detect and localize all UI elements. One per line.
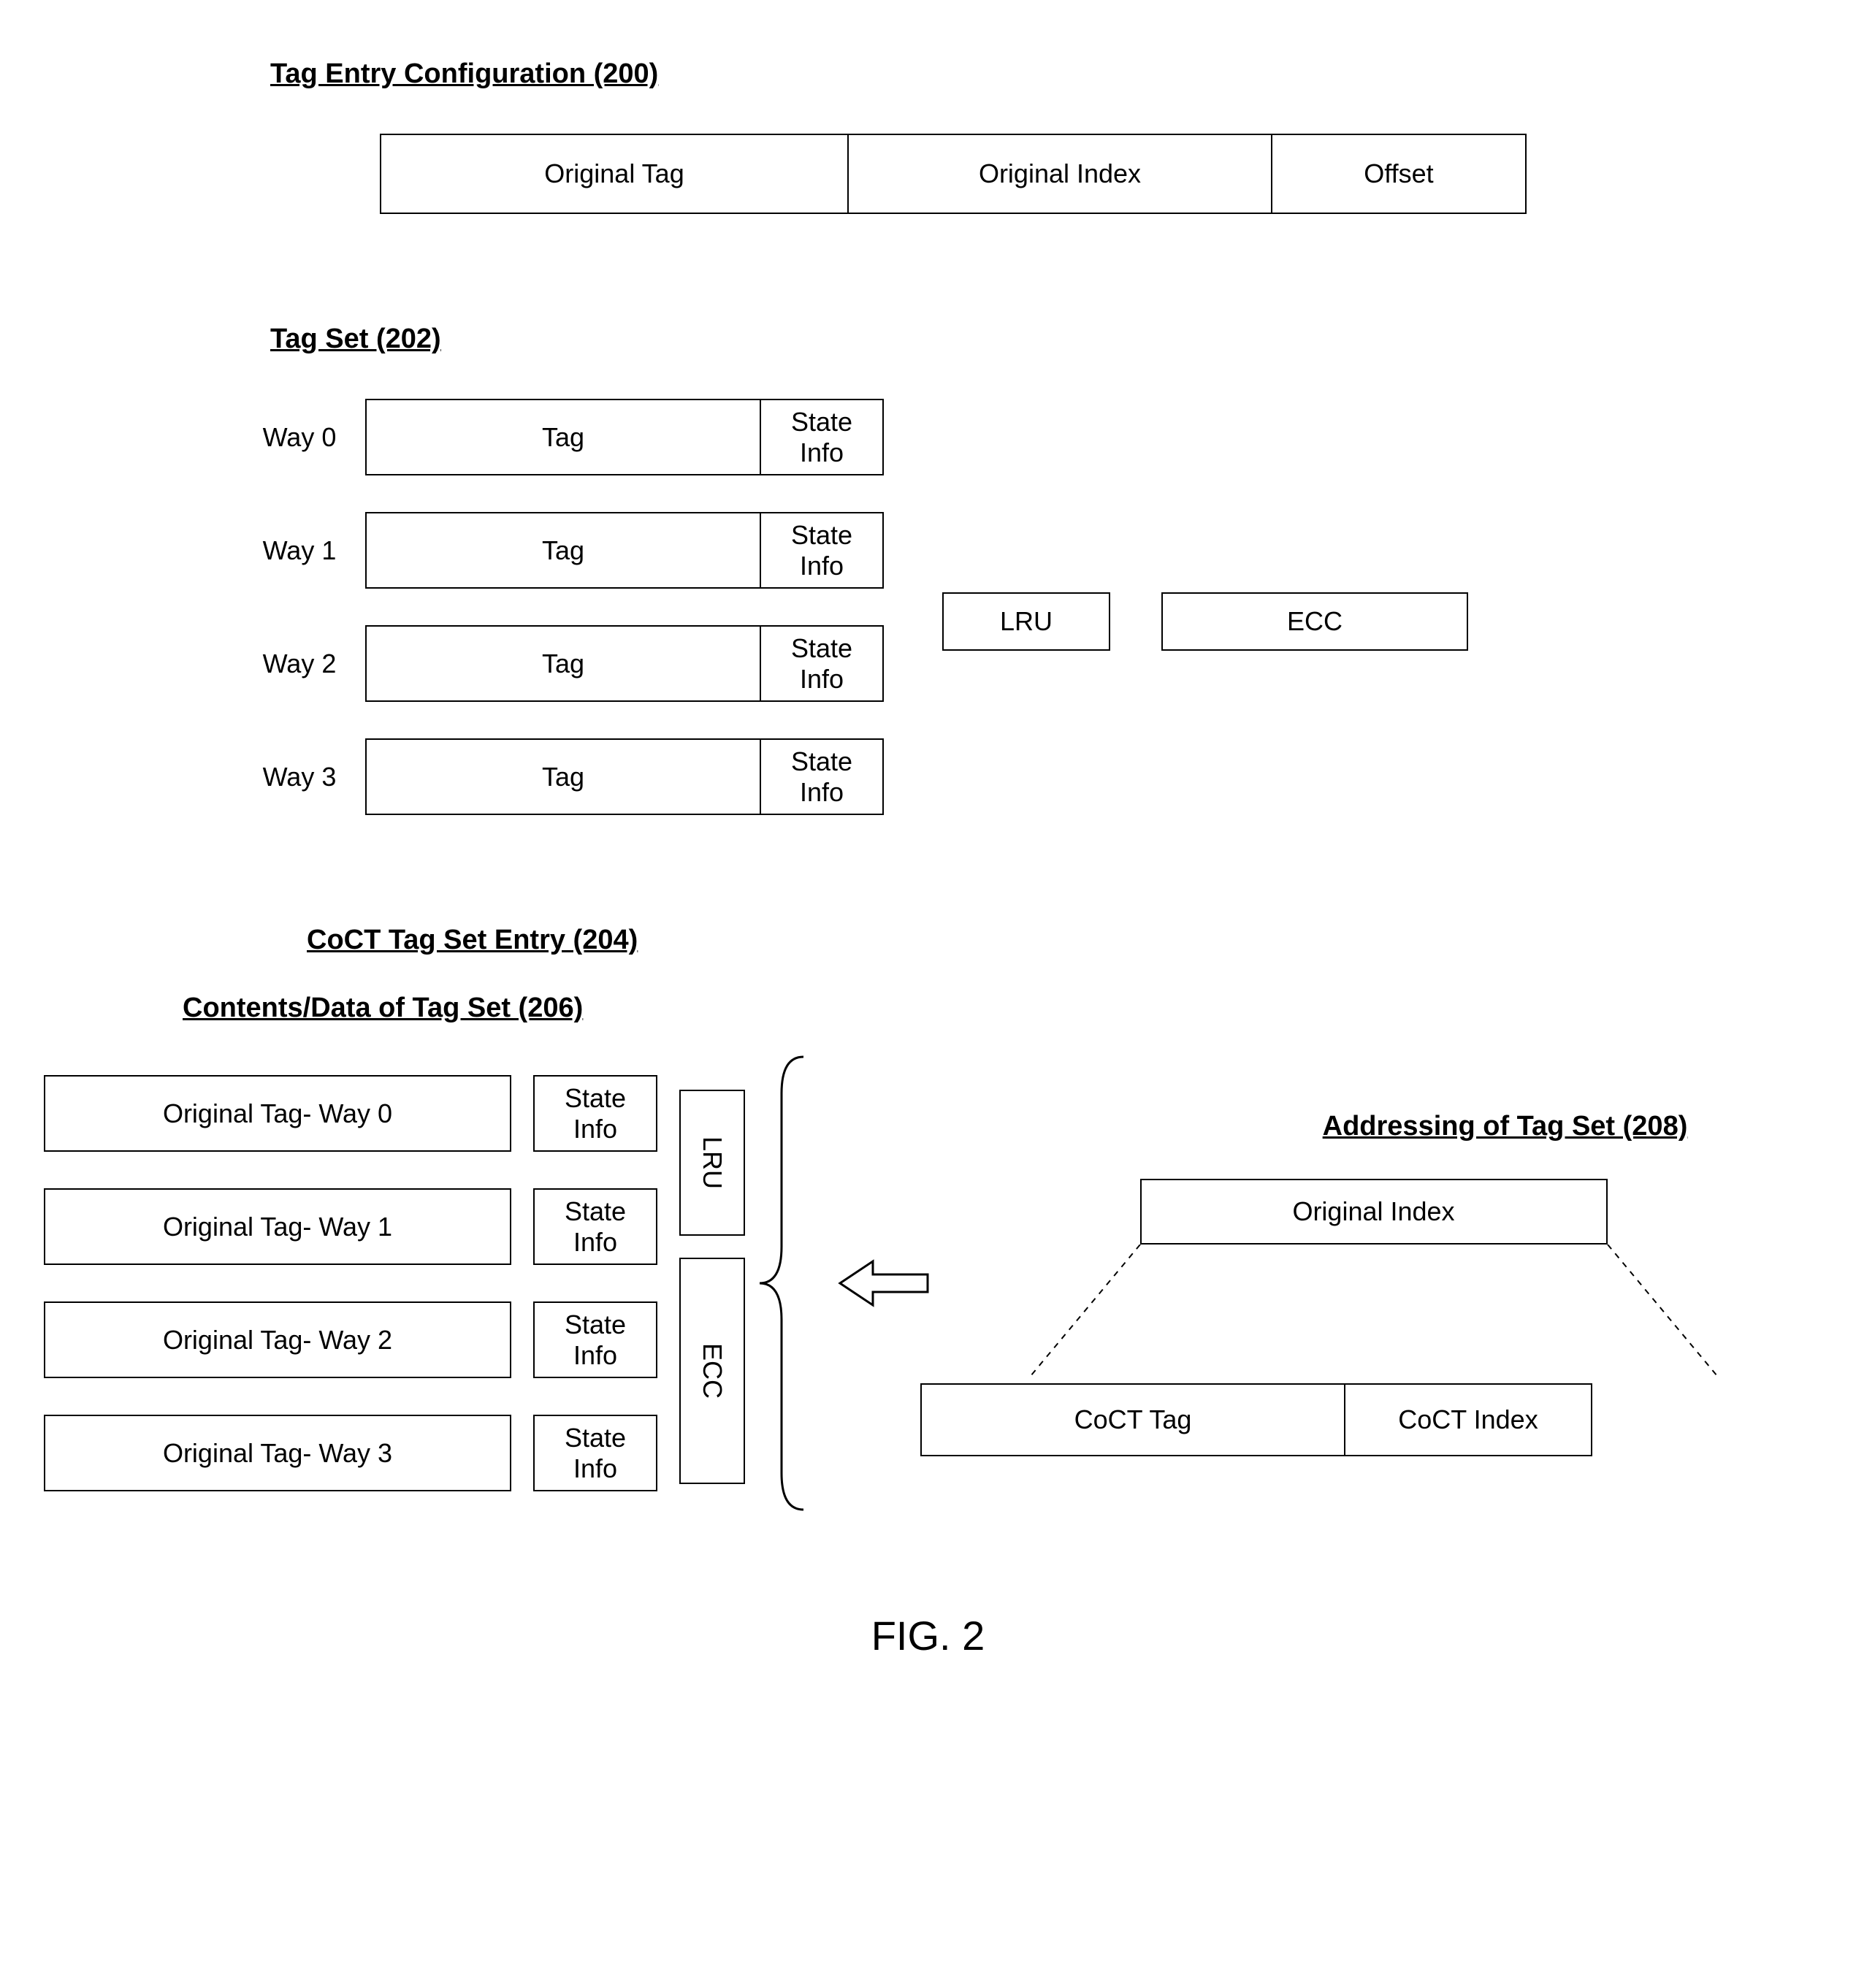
coct-row-3: Original Tag- Way 3 State Info	[44, 1415, 657, 1491]
coct-tag-1: Original Tag- Way 1	[44, 1188, 511, 1265]
way-2-label: Way 2	[234, 649, 365, 679]
addressing-title: Addressing of Tag Set (208)	[1198, 1111, 1812, 1142]
coct-tag-0: Original Tag- Way 0	[44, 1075, 511, 1152]
way-row-1: Way 1 Tag State Info	[234, 512, 884, 589]
addressing-column: Addressing of Tag Set (208) Original Ind…	[935, 1111, 1812, 1456]
coct-split-row: CoCT Tag CoCT Index	[920, 1383, 1592, 1456]
coct-state-3: State Info	[533, 1415, 657, 1491]
way-row-3: Way 3 Tag State Info	[234, 738, 884, 815]
way-0-label: Way 0	[234, 422, 365, 453]
way-2-tag: Tag	[365, 625, 760, 702]
way-3-label: Way 3	[234, 762, 365, 792]
vertical-ecc: ECC	[679, 1258, 745, 1484]
brace-icon	[752, 1050, 825, 1517]
coct-state-2: State Info	[533, 1301, 657, 1378]
section-204: CoCT Tag Set Entry (204) Contents/Data o…	[44, 925, 1812, 1517]
original-tag-cell: Original Tag	[380, 134, 847, 214]
coct-row-2: Original Tag- Way 2 State Info	[44, 1301, 657, 1378]
way-1-tag: Tag	[365, 512, 760, 589]
vertical-boxes: LRU ECC	[679, 1090, 745, 1484]
ecc-box: ECC	[1161, 592, 1468, 651]
coct-row-1: Original Tag- Way 1 State Info	[44, 1188, 657, 1265]
original-index-cell: Original Index	[847, 134, 1271, 214]
way-0-state: State Info	[760, 399, 884, 475]
coct-state-0: State Info	[533, 1075, 657, 1152]
section-202-title: Tag Set (202)	[270, 324, 1812, 355]
ways-column: Way 0 Tag State Info Way 1 Tag State Inf…	[44, 399, 884, 815]
section-200-title: Tag Entry Configuration (200)	[270, 58, 1812, 90]
figure-caption: FIG. 2	[44, 1612, 1812, 1659]
way-3-state: State Info	[760, 738, 884, 815]
tag-entry-row: Original Tag Original Index Offset	[380, 134, 1527, 214]
trapezoid-icon	[1031, 1245, 1717, 1383]
way-1-label: Way 1	[234, 535, 365, 566]
vertical-lru: LRU	[679, 1090, 745, 1236]
way-row-2: Way 2 Tag State Info	[234, 625, 884, 702]
coct-row-0: Original Tag- Way 0 State Info	[44, 1075, 657, 1152]
coct-index-cell: CoCT Index	[1344, 1383, 1592, 1456]
section-202: Tag Set (202) Way 0 Tag State Info Way 1…	[44, 324, 1812, 815]
way-3-tag: Tag	[365, 738, 760, 815]
way-1-state: State Info	[760, 512, 884, 589]
original-index-box: Original Index	[1140, 1179, 1608, 1245]
side-boxes: LRU ECC	[942, 592, 1468, 651]
way-0-tag: Tag	[365, 399, 760, 475]
way-row-0: Way 0 Tag State Info	[234, 399, 884, 475]
arrow-left-icon	[833, 1254, 935, 1312]
section-200: Tag Entry Configuration (200) Original T…	[44, 58, 1812, 214]
lru-box: LRU	[942, 592, 1110, 651]
coct-tag-cell: CoCT Tag	[920, 1383, 1344, 1456]
offset-cell: Offset	[1271, 134, 1527, 214]
coct-tag-3: Original Tag- Way 3	[44, 1415, 511, 1491]
coct-state-1: State Info	[533, 1188, 657, 1265]
coct-tag-2: Original Tag- Way 2	[44, 1301, 511, 1378]
coct-ways: Original Tag- Way 0 State Info Original …	[44, 1075, 657, 1491]
way-2-state: State Info	[760, 625, 884, 702]
contents-title: Contents/Data of Tag Set (206)	[183, 993, 1812, 1024]
section-204-title: CoCT Tag Set Entry (204)	[307, 925, 1812, 956]
